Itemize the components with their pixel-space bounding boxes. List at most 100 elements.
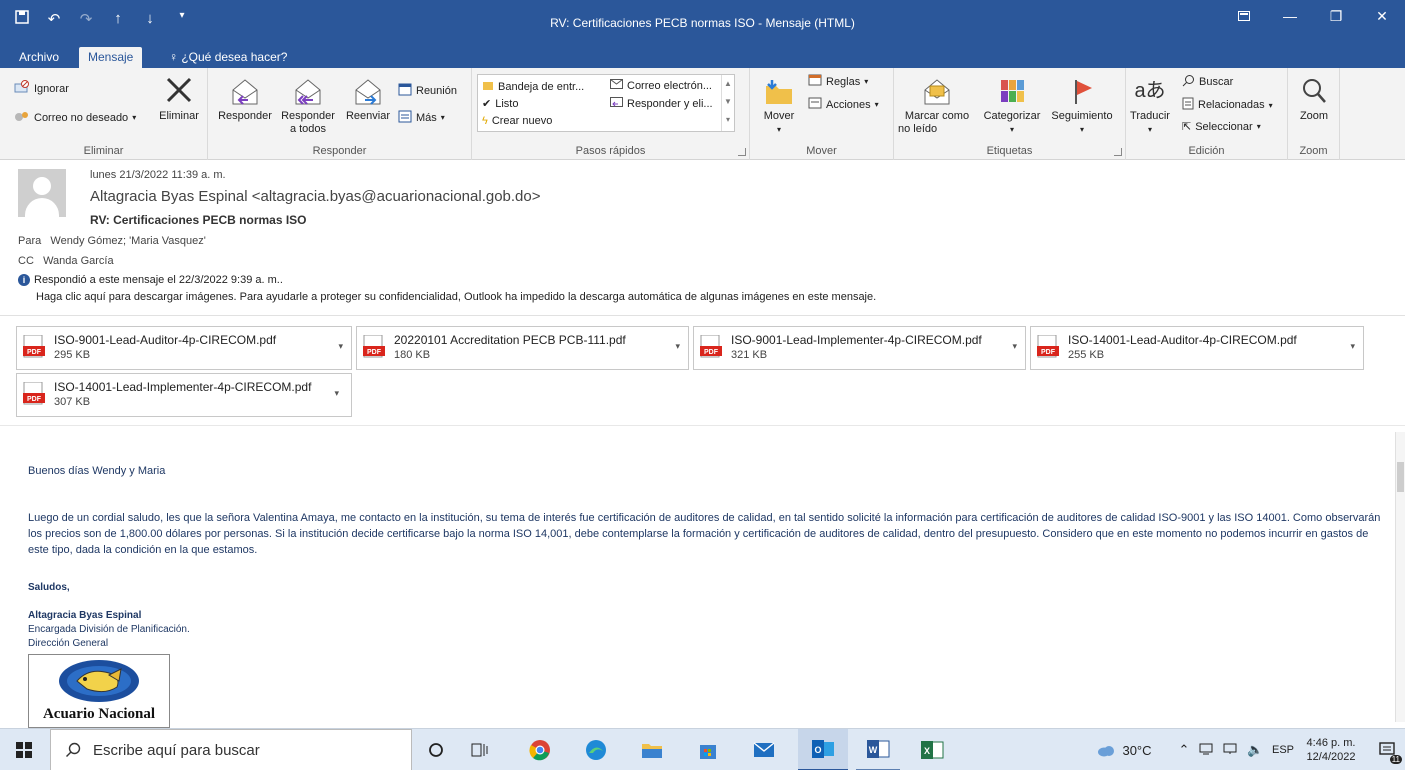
reglas-button[interactable]: Reglas ▾ (808, 74, 868, 89)
pdf-icon: PDF (23, 382, 45, 405)
scroll-down-icon[interactable]: ▼ (722, 93, 734, 111)
seleccionar-button[interactable]: ⇱ Seleccionar ▾ (1182, 120, 1261, 134)
tell-me-box[interactable]: ♀ ¿Qué desea hacer? (160, 47, 296, 68)
seguimiento-button[interactable]: Seguimiento ▾ (1046, 76, 1118, 136)
display-icon[interactable] (1223, 743, 1237, 758)
volume-icon[interactable]: 🔈 (1247, 742, 1263, 758)
reunion-button[interactable]: Reunión (398, 82, 457, 99)
outlook-taskbar-button[interactable]: O (798, 729, 848, 770)
mover-button[interactable]: Mover ▾ (756, 76, 802, 136)
chrome-taskbar-button[interactable] (518, 729, 562, 770)
marcar-no-leido-button[interactable]: Marcar como no leído (898, 76, 976, 136)
attachment-item[interactable]: PDF ISO-14001-Lead-Auditor-4p-CIRECOM.pd… (1030, 326, 1364, 370)
expand-gallery-icon[interactable]: ▾ (722, 111, 734, 129)
traducir-button[interactable]: aあ Traducir ▾ (1128, 76, 1172, 136)
start-button[interactable] (0, 729, 48, 770)
attachment-item[interactable]: PDF ISO-14001-Lead-Implementer-4p-CIRECO… (16, 373, 352, 417)
chevron-down-icon: ▾ (1268, 100, 1273, 110)
body-scrollbar[interactable] (1395, 432, 1405, 722)
ribbon-display-icon[interactable] (1221, 8, 1267, 25)
store-taskbar-button[interactable] (686, 729, 730, 770)
notifications-button[interactable]: 11 (1370, 729, 1405, 770)
close-button[interactable]: ✕ (1359, 8, 1405, 25)
to-recipients[interactable]: Wendy Gómez; 'Maria Vasquez' (50, 235, 205, 247)
eliminar-button[interactable]: Eliminar (152, 76, 206, 123)
svg-text:W: W (869, 745, 878, 755)
to-line: Para Wendy Gómez; 'Maria Vasquez' (18, 235, 206, 247)
categorizar-button[interactable]: Categorizar ▾ (978, 76, 1046, 136)
reply-icon (214, 76, 276, 110)
cc-recipients[interactable]: Wanda García (43, 255, 114, 267)
chevron-up-icon[interactable]: ⌃ (1178, 742, 1189, 758)
minimize-button[interactable]: — (1267, 8, 1313, 25)
excel-taskbar-button[interactable]: X (910, 729, 954, 770)
quick-step-crear-nuevo[interactable]: ϟ Crear nuevo (482, 115, 552, 127)
seguimiento-label: Seguimiento (1051, 110, 1113, 122)
edge-taskbar-button[interactable] (574, 729, 618, 770)
dialog-launcher-icon[interactable] (738, 148, 746, 156)
avatar-body (25, 198, 59, 217)
mas-button[interactable]: Más ▾ (398, 109, 445, 126)
attachment-name: ISO-14001-Lead-Implementer-4p-CIRECOM.pd… (54, 380, 312, 394)
chevron-down-icon[interactable]: ▾ (334, 388, 339, 399)
system-tray[interactable]: ⌃ 🔈 (1166, 729, 1276, 770)
tab-mensaje[interactable]: Mensaje (79, 47, 143, 68)
attachment-item[interactable]: PDF 20220101 Accreditation PECB PCB-111.… (356, 326, 689, 370)
buscar-label: Buscar (1199, 76, 1234, 88)
svg-text:O: O (814, 745, 821, 755)
ignorar-button[interactable]: Ignorar (14, 80, 69, 97)
chevron-down-icon[interactable]: ▾ (338, 341, 343, 352)
relacionadas-label: Relacionadas (1198, 99, 1265, 111)
attachment-item[interactable]: PDF ISO-9001-Lead-Implementer-4p-CIRECOM… (693, 326, 1026, 370)
message-from[interactable]: Altagracia Byas Espinal <altagracia.byas… (90, 188, 541, 205)
mover-label: Mover (763, 110, 795, 122)
network-icon[interactable] (1199, 743, 1213, 758)
chevron-down-icon: ▾ (874, 100, 879, 109)
buscar-button[interactable]: Buscar (1182, 74, 1233, 90)
chevron-down-icon[interactable]: ▾ (1350, 341, 1355, 352)
scroll-up-icon[interactable]: ▲ (722, 75, 734, 93)
cortana-button[interactable] (416, 729, 456, 770)
quick-step-bandeja[interactable]: Bandeja de entr... (482, 79, 584, 94)
taskbar-search-box[interactable]: Escribe aquí para buscar (50, 729, 412, 770)
clock[interactable]: 4:46 p. m. 12/4/2022 (1300, 729, 1362, 770)
restore-button[interactable]: ❐ (1313, 8, 1359, 25)
quick-step-correo[interactable]: Correo electrón... (610, 79, 712, 92)
pdf-icon: PDF (1037, 335, 1059, 358)
weather-widget[interactable]: 30°C (1084, 729, 1164, 770)
sender-avatar (18, 169, 66, 217)
reenviar-label: Reenviar (345, 110, 391, 122)
input-language[interactable]: ESP (1266, 729, 1300, 770)
mark-unread-icon (898, 76, 976, 110)
info-bar-images[interactable]: Haga clic aquí para descargar imágenes. … (36, 291, 876, 303)
tab-archivo[interactable]: Archivo (10, 47, 68, 68)
mail-taskbar-button[interactable] (742, 729, 786, 770)
task-view-icon (471, 743, 488, 757)
signature-title: Encargada División de Planificación. (28, 624, 190, 635)
quick-step-responder-eliminar[interactable]: Responder y eli... (610, 97, 713, 110)
inbox-icon (482, 79, 494, 94)
attachment-item[interactable]: PDF ISO-9001-Lead-Auditor-4p-CIRECOM.pdf… (16, 326, 352, 370)
chevron-down-icon[interactable]: ▾ (675, 341, 680, 352)
outlook-icon: O (812, 740, 834, 758)
gallery-scroll[interactable]: ▲ ▼ ▾ (721, 75, 734, 131)
pdf-icon: PDF (363, 335, 385, 358)
word-taskbar-button[interactable]: W (856, 729, 900, 770)
responder-button[interactable]: Responder (214, 76, 276, 123)
correo-no-deseado-button[interactable]: Correo no deseado ▾ (14, 109, 136, 126)
responder-todos-button[interactable]: Responder a todos (276, 76, 340, 136)
translate-icon: aあ (1134, 80, 1166, 102)
reply-all-icon (276, 76, 340, 110)
reenviar-button[interactable]: Reenviar (340, 76, 396, 123)
file-explorer-taskbar-button[interactable] (630, 729, 674, 770)
acciones-button[interactable]: Acciones ▾ (808, 97, 879, 112)
task-view-button[interactable] (458, 729, 502, 770)
cursor-icon: ⇱ (1182, 121, 1192, 133)
chevron-down-icon[interactable]: ▾ (1012, 341, 1017, 352)
quick-step-listo[interactable]: ✔ Listo (482, 97, 518, 111)
scrollbar-thumb[interactable] (1397, 462, 1404, 492)
reglas-label: Reglas (826, 75, 861, 88)
zoom-button[interactable]: Zoom (1292, 76, 1336, 123)
relacionadas-button[interactable]: Relacionadas ▾ (1182, 97, 1273, 113)
dialog-launcher-icon[interactable] (1114, 148, 1122, 156)
